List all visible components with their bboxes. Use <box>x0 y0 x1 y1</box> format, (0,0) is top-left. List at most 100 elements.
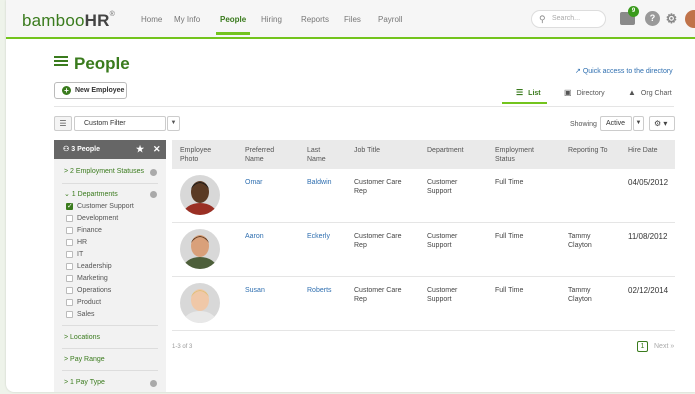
nav-payroll[interactable]: Payroll <box>378 15 402 24</box>
search-input[interactable]: ⚲ Search... <box>531 10 606 28</box>
department-checkbox[interactable]: Marketing <box>66 275 108 282</box>
custom-filter-select[interactable]: Custom Filter <box>74 116 166 131</box>
nav-my-info[interactable]: My Info <box>174 15 200 24</box>
department-checkbox[interactable]: Operations <box>66 287 111 294</box>
department-checkbox[interactable]: IT <box>66 251 83 258</box>
employee-photo[interactable] <box>180 175 220 215</box>
employee-photo[interactable] <box>180 229 220 269</box>
checkbox-box[interactable] <box>66 227 73 234</box>
reporting-to: Tammy Clayton <box>568 287 592 303</box>
reporting-to: Tammy Clayton <box>568 233 592 249</box>
department-checkbox[interactable]: Sales <box>66 311 95 318</box>
department-checkbox[interactable]: Development <box>66 215 118 222</box>
chevron-down-icon[interactable]: ▼ <box>633 116 644 131</box>
checkbox-box[interactable] <box>66 311 73 318</box>
divider <box>54 106 674 107</box>
sidebar-employment-statuses[interactable]: > 2 Employment Statuses <box>64 168 144 175</box>
table-row[interactable]: Aaron Eckerly Customer Care Rep Customer Supp… <box>172 223 675 277</box>
divider <box>62 370 158 371</box>
table-row[interactable]: Susan Roberts Customer Care Rep Customer Supp… <box>172 277 675 331</box>
department-checkbox[interactable]: HR <box>66 239 87 246</box>
department-label: Finance <box>77 227 102 234</box>
sidebar-pay-type[interactable]: > 1 Pay Type <box>64 379 105 386</box>
tab-org-chart[interactable]: ▲ Org Chart <box>628 88 672 97</box>
employee-photo[interactable] <box>180 283 220 323</box>
col-hire-date[interactable]: Hire Date <box>628 146 658 155</box>
checkbox-box[interactable] <box>66 202 73 210</box>
col-reporting-to[interactable]: Reporting To <box>568 146 608 155</box>
chevron-down-icon[interactable]: ▼ <box>167 116 180 131</box>
last-name[interactable]: Roberts <box>307 286 332 295</box>
table-settings-button[interactable]: ⚙ ▾ <box>649 116 675 131</box>
inbox-badge: 9 <box>628 6 639 17</box>
hire-date: 02/12/2014 <box>628 286 669 295</box>
nav-hiring[interactable]: Hiring <box>261 15 282 24</box>
checkbox-box[interactable] <box>66 263 73 270</box>
col-preferred-name[interactable]: Preferred Name <box>245 146 274 164</box>
nav-reports[interactable]: Reports <box>301 15 329 24</box>
checkbox-box[interactable] <box>66 299 73 306</box>
col-last-name[interactable]: Last Name <box>307 146 326 164</box>
department-label: Product <box>77 299 102 306</box>
employment-status: Full Time <box>495 287 524 294</box>
preferred-name[interactable]: Omar <box>245 178 263 187</box>
preferred-name[interactable]: Aaron <box>245 232 264 241</box>
department-label: IT <box>77 251 84 258</box>
last-name[interactable]: Baldwin <box>307 178 332 187</box>
sidebar-pay-range[interactable]: > Pay Range <box>64 356 105 363</box>
department-label: Development <box>77 215 119 222</box>
department-checkbox[interactable]: Finance <box>66 227 102 234</box>
search-placeholder: Search... <box>552 15 581 22</box>
col-employee-photo[interactable]: Employee Photo <box>180 146 211 164</box>
tab-directory[interactable]: ▣ Directory <box>564 88 605 97</box>
preferred-name[interactable]: Susan <box>245 286 265 295</box>
table-row[interactable]: Omar Baldwin Customer Care Rep Customer Suppo… <box>172 169 675 223</box>
divider <box>62 348 158 349</box>
search-icon: ⚲ <box>539 14 546 24</box>
avatar[interactable] <box>685 10 695 28</box>
new-employee-button[interactable]: + New Employee <box>54 82 127 99</box>
nav-people[interactable]: People <box>215 15 251 35</box>
checkbox-box[interactable] <box>66 239 73 246</box>
list-view-icon: ☰ <box>516 88 524 97</box>
help-icon[interactable]: ? <box>645 11 660 26</box>
employment-status: Full Time <box>495 233 524 240</box>
department-label: Marketing <box>77 275 108 282</box>
gear-icon: ⚙ ▾ <box>654 119 668 128</box>
checkbox-box[interactable] <box>66 215 73 222</box>
top-nav: bambooHR® Home My Info People Hiring Rep… <box>6 0 695 39</box>
col-job-title[interactable]: Job Title <box>354 146 380 155</box>
department-label: Sales <box>77 311 95 318</box>
app-window: bambooHR® Home My Info People Hiring Rep… <box>6 0 695 392</box>
employment-status: Full Time <box>495 179 524 186</box>
filter-toggle-icon[interactable]: ☰ <box>54 116 72 131</box>
checkbox-box[interactable] <box>66 275 73 282</box>
next-page-link[interactable]: Next » <box>654 343 674 350</box>
bamboohr-logo[interactable]: bambooHR® <box>22 11 115 31</box>
divider <box>62 325 158 326</box>
nav-files[interactable]: Files <box>344 15 361 24</box>
department-checkbox[interactable]: Customer Support <box>66 202 134 210</box>
checkbox-box[interactable] <box>66 251 73 258</box>
divider <box>62 183 158 184</box>
quick-access-link[interactable]: ↗ Quick access to the directory <box>575 67 673 75</box>
sidebar-locations[interactable]: > Locations <box>64 334 100 341</box>
gear-icon[interactable]: ⚙ <box>664 11 679 26</box>
job-title: Customer Care Rep <box>354 179 402 195</box>
star-icon[interactable]: ★ <box>136 140 144 159</box>
filter-sidebar: ⚇ 3 People ★ ✕ > 2 Employment Statuses ⌄… <box>54 140 166 392</box>
page-button-1[interactable]: 1 <box>637 341 648 352</box>
col-department[interactable]: Department <box>427 146 464 155</box>
close-icon[interactable]: ✕ <box>153 140 161 159</box>
showing-select[interactable]: Active <box>600 116 632 131</box>
checkbox-box[interactable] <box>66 287 73 294</box>
plus-icon: + <box>62 86 71 95</box>
department-label: Leadership <box>77 263 112 270</box>
tab-list[interactable]: ☰ List <box>502 88 547 104</box>
department-checkbox[interactable]: Product <box>66 299 101 306</box>
last-name[interactable]: Eckerly <box>307 232 330 241</box>
col-employment-status[interactable]: Employment Status <box>495 146 534 164</box>
nav-home[interactable]: Home <box>141 15 162 24</box>
department-checkbox[interactable]: Leadership <box>66 263 112 270</box>
sidebar-departments[interactable]: ⌄ 1 Departments <box>64 190 118 198</box>
